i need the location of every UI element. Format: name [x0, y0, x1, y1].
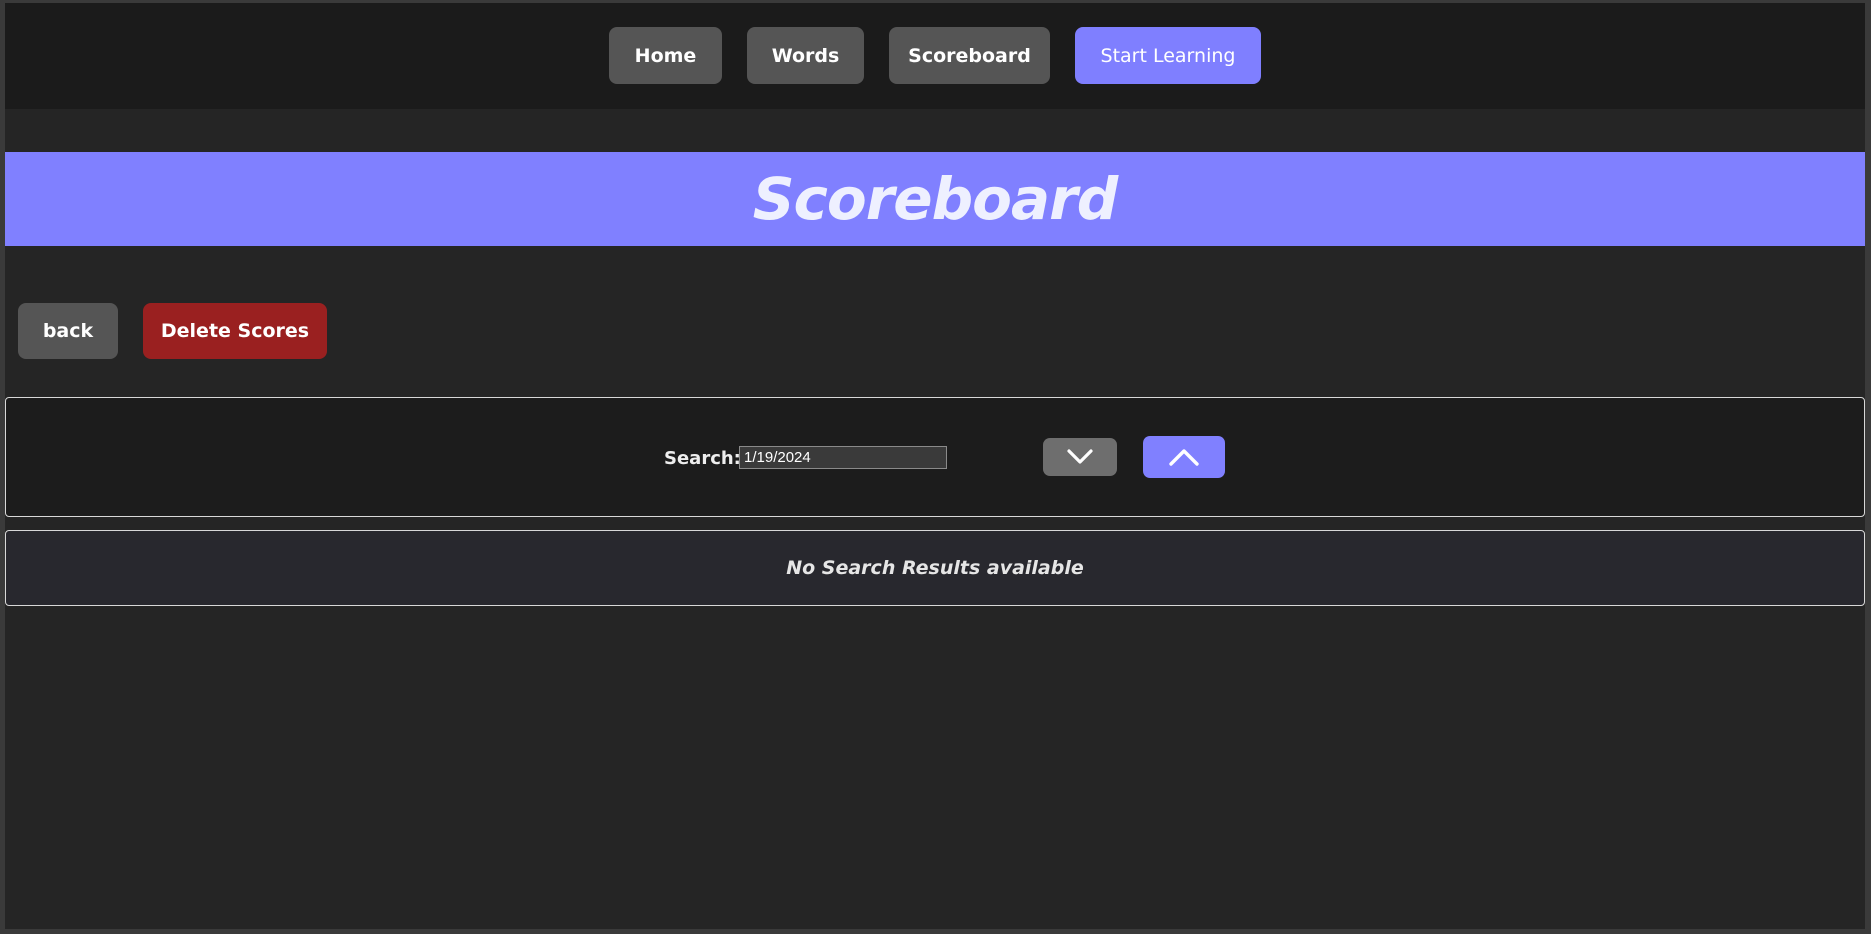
page-title: Scoreboard	[752, 165, 1119, 233]
top-navigation: Home Words Scoreboard Start Learning	[5, 3, 1865, 109]
chevron-up-icon	[1169, 449, 1199, 466]
search-input[interactable]	[739, 446, 947, 469]
delete-scores-button[interactable]: Delete Scores	[143, 303, 327, 359]
results-panel: No Search Results available	[5, 530, 1865, 606]
nav-scoreboard-button[interactable]: Scoreboard	[889, 27, 1050, 84]
chevron-down-icon	[1067, 449, 1093, 464]
title-banner: Scoreboard	[5, 152, 1865, 246]
search-label: Search:	[664, 448, 741, 469]
empty-results-message: No Search Results available	[786, 557, 1084, 579]
search-panel: Search:	[5, 397, 1865, 517]
sort-ascending-button[interactable]	[1143, 436, 1225, 478]
nav-start-learning-button[interactable]: Start Learning	[1075, 27, 1261, 84]
nav-home-button[interactable]: Home	[609, 27, 722, 84]
sort-descending-button[interactable]	[1043, 438, 1117, 476]
back-button[interactable]: back	[18, 303, 118, 359]
app-window: Home Words Scoreboard Start Learning Sco…	[5, 3, 1865, 929]
nav-words-button[interactable]: Words	[747, 27, 864, 84]
